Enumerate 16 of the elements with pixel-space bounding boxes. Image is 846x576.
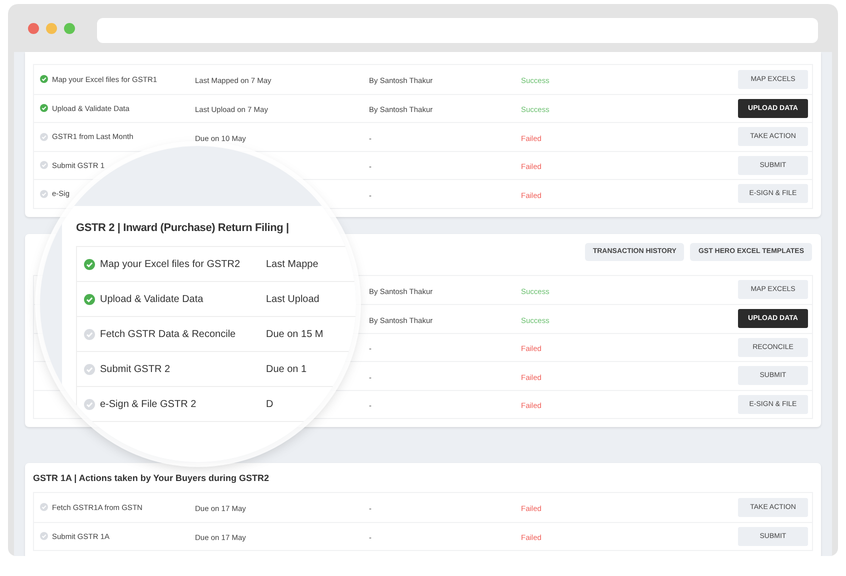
window-control-dot[interactable] <box>28 22 39 34</box>
section-title: GSTR 2 | Inward (Purchase) Return Filing | <box>76 222 289 234</box>
date-text: D <box>266 398 274 410</box>
date-text: Due on 1 <box>266 364 307 374</box>
task-name: e-Sign & File GSTR 2 <box>100 398 198 410</box>
window-control-dot[interactable] <box>64 22 75 34</box>
task-name: Map your Excel files for GSTR2 <box>100 258 242 270</box>
window-control-dot[interactable] <box>46 22 57 34</box>
task-name: Fetch GSTR Data & Reconcile <box>100 328 237 340</box>
task-name: Upload & Validate Data <box>100 294 204 304</box>
section-title: GSTR 1A | Actions taken by Your Buyers during GSTR2 <box>33 473 270 483</box>
task-name: Submit GSTR 2 <box>100 364 172 374</box>
date-text: Last Upload <box>266 294 320 304</box>
date-text: Due on 15 M <box>266 328 324 340</box>
date-text: Last Mappe <box>266 258 318 270</box>
address-bar[interactable] <box>97 18 818 42</box>
